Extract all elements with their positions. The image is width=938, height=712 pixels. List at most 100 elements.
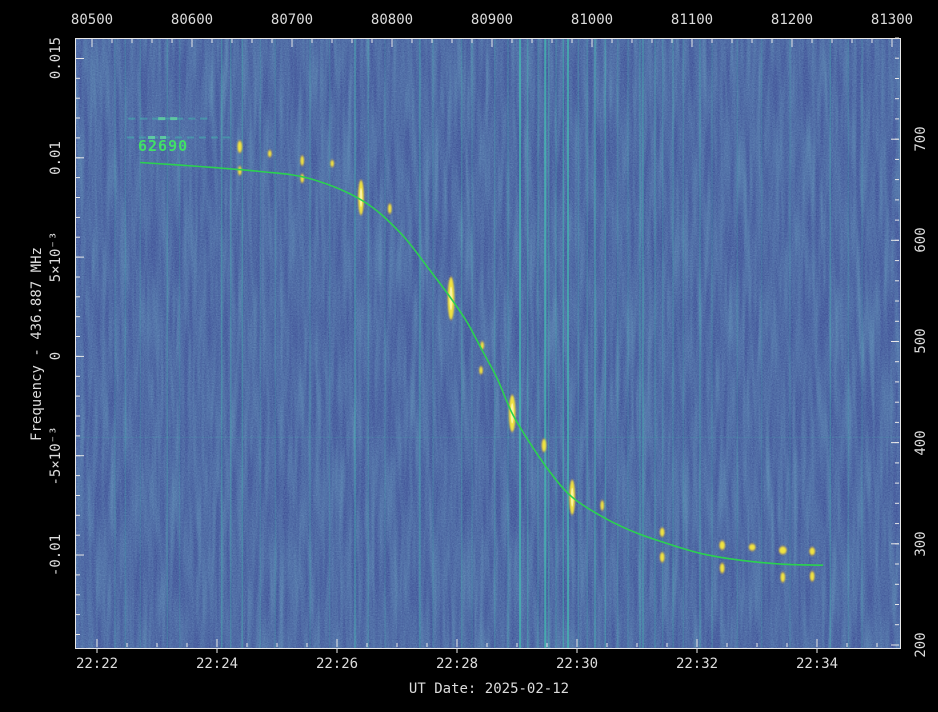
- rfi-line: [329, 38, 330, 648]
- rfi-line: [508, 38, 509, 648]
- signal-detection: [238, 167, 241, 175]
- rfi-line: [260, 38, 261, 648]
- signal-detection: [749, 544, 755, 550]
- top-axis-tick-label: 80800: [371, 12, 413, 28]
- rfi-line: [578, 38, 579, 648]
- noise-grain-texture: [75, 38, 900, 648]
- rfi-line: [790, 38, 791, 648]
- rfi-line: [595, 38, 596, 648]
- signal-detection: [331, 161, 334, 167]
- x-axis-title: UT Date: 2025-02-12: [409, 681, 569, 697]
- rfi-line: [419, 38, 421, 648]
- bottom-axis-tick-label: 22:32: [676, 656, 718, 672]
- rfi-line: [461, 38, 462, 648]
- signal-detection: [480, 367, 483, 374]
- rfi-line: [125, 38, 126, 648]
- y-axis-title: Frequency - 436.887 MHz: [29, 247, 45, 441]
- rfi-line: [655, 38, 656, 648]
- top-axis-tick-label: 81200: [771, 12, 813, 28]
- rfi-line: [567, 38, 569, 648]
- rfi-line: [862, 38, 863, 648]
- top-axis-tick-label: 81100: [671, 12, 713, 28]
- rfi-line: [472, 38, 473, 648]
- rfi-line: [275, 38, 276, 648]
- rfi-line: [830, 38, 831, 648]
- rfi-line: [538, 38, 539, 648]
- signal-detection: [268, 151, 271, 157]
- rfi-line: [368, 38, 369, 648]
- rfi-line: [167, 38, 168, 648]
- signal-detection: [301, 174, 304, 182]
- bottom-axis-tick-label: 22:22: [76, 656, 118, 672]
- rfi-line: [179, 38, 180, 648]
- rfi-line: [628, 38, 629, 648]
- rfi-line: [563, 38, 564, 648]
- rfi-line: [354, 38, 356, 648]
- rfi-line: [115, 38, 116, 648]
- rfi-line: [544, 38, 546, 648]
- left-axis-tick-label: 0.015: [48, 37, 64, 79]
- rfi-line: [310, 38, 311, 648]
- top-axis-tick-label: 80600: [171, 12, 213, 28]
- rfi-line: [700, 38, 701, 648]
- left-axis-tick-label: 5×10⁻³: [48, 232, 64, 283]
- rfi-line: [221, 38, 222, 648]
- rfi-line: [242, 38, 243, 648]
- signal-detection: [660, 553, 664, 562]
- rfi-line: [433, 38, 434, 648]
- rfi-line: [230, 38, 231, 648]
- top-axis-tick-label: 80500: [71, 12, 113, 28]
- top-axis-tick-label: 81300: [871, 12, 913, 28]
- plot-area[interactable]: 62690: [75, 38, 900, 648]
- right-axis-tick-label: 700: [913, 127, 929, 152]
- top-axis-tick-label: 80900: [471, 12, 513, 28]
- signal-detection: [810, 572, 814, 581]
- rfi-line: [587, 38, 588, 648]
- top-axis-tick-label: 81000: [571, 12, 613, 28]
- signal-detection: [779, 547, 786, 554]
- right-axis-tick-label: 600: [913, 228, 929, 253]
- bottom-axis-tick-label: 22:26: [316, 656, 358, 672]
- signal-detection: [810, 548, 815, 555]
- rfi-line: [761, 38, 762, 648]
- rfi-line: [494, 38, 495, 648]
- signal-detection: [781, 573, 785, 582]
- bottom-axis-tick-label: 22:30: [556, 656, 598, 672]
- right-axis-tick-label: 200: [913, 632, 929, 657]
- bottom-axis-tick-label: 22:24: [196, 656, 238, 672]
- rfi-line: [683, 38, 684, 648]
- rfi-line: [519, 38, 521, 648]
- right-axis-tick-label: 300: [913, 531, 929, 556]
- signal-detection: [542, 439, 546, 451]
- signal-detection: [720, 541, 725, 549]
- signal-detection: [720, 564, 724, 573]
- rfi-line: [556, 38, 557, 648]
- rfi-line: [617, 38, 618, 648]
- signal-detection: [238, 141, 242, 152]
- rfi-line: [673, 38, 674, 648]
- top-axis-tick-label: 80700: [271, 12, 313, 28]
- signal-detection: [601, 501, 604, 510]
- bottom-axis-tick-label: 22:34: [796, 656, 838, 672]
- rfplot-screen: 62690 80500 80600 80700 80800 80900 81000 8110…: [0, 0, 938, 712]
- left-axis-tick-label: -5×10⁻³: [48, 426, 64, 485]
- left-axis-tick-label: -0.01: [48, 534, 64, 576]
- left-axis-tick-label: 0: [48, 352, 64, 360]
- faint-horizontal-line: [75, 437, 900, 438]
- rfi-line: [605, 38, 606, 648]
- spectrogram-canvas: [75, 38, 900, 648]
- right-axis-tick-label: 400: [913, 430, 929, 455]
- rfi-line: [643, 38, 644, 648]
- signal-detection: [301, 156, 304, 165]
- rfi-line: [548, 38, 549, 648]
- track-id-label: 62690: [138, 137, 188, 155]
- rfi-line: [737, 38, 738, 648]
- rfi-line: [527, 38, 528, 648]
- signal-detection: [388, 204, 391, 213]
- left-axis-tick-label: 0.01: [48, 141, 64, 175]
- rfi-line: [140, 38, 141, 648]
- signal-detection: [660, 528, 664, 536]
- rfi-line: [385, 38, 386, 648]
- signal-detection-core: [360, 188, 363, 207]
- rfi-line: [848, 38, 849, 648]
